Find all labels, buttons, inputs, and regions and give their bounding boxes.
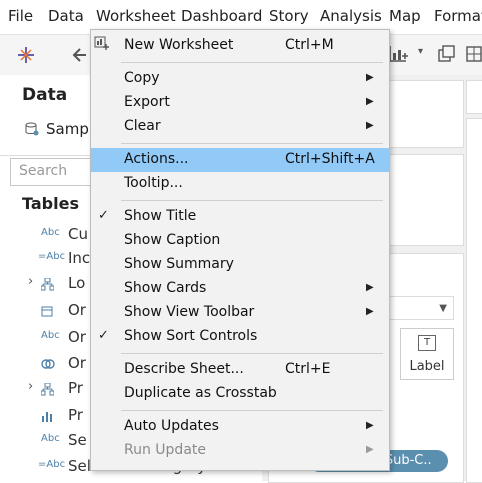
menu-item-label: Auto Updates — [124, 418, 219, 434]
menu-worksheet[interactable]: Worksheet — [96, 7, 176, 25]
tableau-logo-icon[interactable] — [16, 45, 36, 65]
submenu-arrow-icon: ▶ — [366, 72, 374, 83]
menu-item-run-update: Run Update ▶ — [91, 439, 389, 463]
menu-item-label: Show Cards — [124, 280, 207, 296]
submenu-arrow-icon: ▶ — [366, 444, 374, 455]
chevron-right-icon[interactable]: › — [28, 274, 33, 289]
label-icon: T — [418, 335, 436, 351]
menu-separator — [121, 62, 383, 63]
calendar-icon — [41, 306, 53, 317]
menu-item-duplicate-as-crosstab[interactable]: Duplicate as Crosstab — [91, 382, 389, 406]
menu-item-label: Show Sort Controls — [124, 328, 258, 344]
menu-separator — [121, 143, 383, 144]
chevron-down-icon[interactable]: ▾ — [418, 46, 423, 57]
label-mark-button[interactable]: T Label — [400, 328, 454, 380]
duplicate-sheet-icon[interactable] — [436, 44, 456, 64]
calculated-string-field-icon: =Abc — [38, 459, 66, 470]
menu-item-show-view-toolbar[interactable]: Show View Toolbar ▶ — [91, 301, 389, 325]
field-label: Lo — [68, 274, 86, 292]
menu-item-label: Tooltip... — [124, 175, 183, 191]
menu-file[interactable]: File — [8, 7, 33, 25]
link-icon — [41, 359, 55, 369]
tables-heading: Tables — [22, 194, 79, 213]
chevron-down-icon: ▼ — [439, 303, 447, 314]
side-card — [466, 118, 482, 483]
menu-item-tooltip[interactable]: Tooltip... — [91, 172, 389, 196]
search-placeholder: Search — [19, 163, 68, 179]
hierarchy-icon — [41, 383, 54, 396]
menu-item-label: Show Summary — [124, 256, 234, 272]
checkmark-icon: ✓ — [98, 328, 109, 343]
menu-item-show-title[interactable]: ✓ Show Title — [91, 205, 389, 229]
field-label: Or — [68, 328, 86, 346]
hierarchy-icon — [41, 278, 54, 291]
string-field-icon: Abc — [41, 433, 60, 444]
field-label: Pr — [68, 406, 83, 424]
menu-item-label: Clear — [124, 118, 161, 134]
label-mark-text: Label — [409, 359, 445, 374]
field-label: Or — [68, 354, 86, 372]
field-label: Pr — [68, 379, 83, 397]
menu-item-shortcut: Ctrl+M — [285, 37, 334, 53]
submenu-arrow-icon: ▶ — [366, 306, 374, 317]
submenu-arrow-icon: ▶ — [366, 420, 374, 431]
field-label: Inc — [68, 249, 91, 267]
menu-item-label: Export — [124, 94, 170, 110]
datasource-icon — [25, 122, 39, 136]
grid-icon[interactable] — [465, 44, 482, 64]
menu-item-copy[interactable]: Copy ▶ — [91, 67, 389, 91]
menu-item-show-sort-controls[interactable]: ✓ Show Sort Controls — [91, 325, 389, 349]
field-label: Or — [68, 301, 86, 319]
menu-item-actions[interactable]: Actions... Ctrl+Shift+A — [91, 148, 389, 172]
string-field-icon: Abc — [41, 227, 60, 238]
menu-dashboard[interactable]: Dashboard — [181, 7, 262, 25]
calculated-string-field-icon: =Abc — [38, 251, 66, 262]
menu-item-label: Duplicate as Crosstab — [124, 385, 277, 401]
menu-item-label: New Worksheet — [124, 37, 234, 53]
menu-item-new-worksheet[interactable]: New Worksheet Ctrl+M — [91, 34, 389, 58]
menu-item-label: Describe Sheet... — [124, 361, 244, 377]
add-chart-icon[interactable] — [388, 44, 410, 64]
chevron-right-icon[interactable]: › — [28, 379, 33, 394]
menu-item-auto-updates[interactable]: Auto Updates ▶ — [91, 415, 389, 439]
menu-item-show-summary[interactable]: Show Summary — [91, 253, 389, 277]
datasource-name[interactable]: Samp — [46, 120, 89, 138]
back-arrow-icon[interactable] — [72, 45, 88, 65]
menu-item-show-cards[interactable]: Show Cards ▶ — [91, 277, 389, 301]
menu-item-shortcut: Ctrl+E — [285, 361, 331, 377]
submenu-arrow-icon: ▶ — [366, 282, 374, 293]
menu-item-shortcut: Ctrl+Shift+A — [285, 151, 375, 167]
submenu-arrow-icon: ▶ — [366, 96, 374, 107]
menu-separator — [121, 410, 383, 411]
menu-item-export[interactable]: Export ▶ — [91, 91, 389, 115]
menu-item-show-caption[interactable]: Show Caption — [91, 229, 389, 253]
menu-item-label: Run Update — [124, 442, 206, 458]
menu-item-label: Show Title — [124, 208, 197, 224]
menu-separator — [121, 200, 383, 201]
mark-type-dropdown[interactable]: ▼ — [380, 296, 454, 320]
field-label: Cu — [68, 225, 88, 243]
menu-data[interactable]: Data — [48, 7, 84, 25]
menu-format[interactable]: Format — [434, 7, 482, 25]
menu-item-label: Copy — [124, 70, 160, 86]
menu-separator — [121, 353, 383, 354]
string-field-icon: Abc — [41, 330, 60, 341]
menu-item-label: Show Caption — [124, 232, 221, 248]
bar-chart-icon — [42, 412, 52, 422]
menu-item-label: Show View Toolbar — [124, 304, 255, 320]
menu-map[interactable]: Map — [389, 7, 421, 25]
menu-item-describe-sheet[interactable]: Describe Sheet... Ctrl+E — [91, 358, 389, 382]
checkmark-icon: ✓ — [98, 208, 109, 223]
menu-item-label: Actions... — [124, 151, 189, 167]
worksheet-menu: New Worksheet Ctrl+M Copy ▶ Export ▶ Clear ▶ Act… — [90, 29, 390, 471]
menu-item-clear[interactable]: Clear ▶ — [91, 115, 389, 139]
menu-analysis[interactable]: Analysis — [320, 7, 382, 25]
data-pane-title: Data — [22, 85, 68, 105]
side-card — [466, 80, 482, 114]
menu-story[interactable]: Story — [269, 7, 309, 25]
field-label: Se — [68, 431, 87, 449]
submenu-arrow-icon: ▶ — [366, 120, 374, 131]
